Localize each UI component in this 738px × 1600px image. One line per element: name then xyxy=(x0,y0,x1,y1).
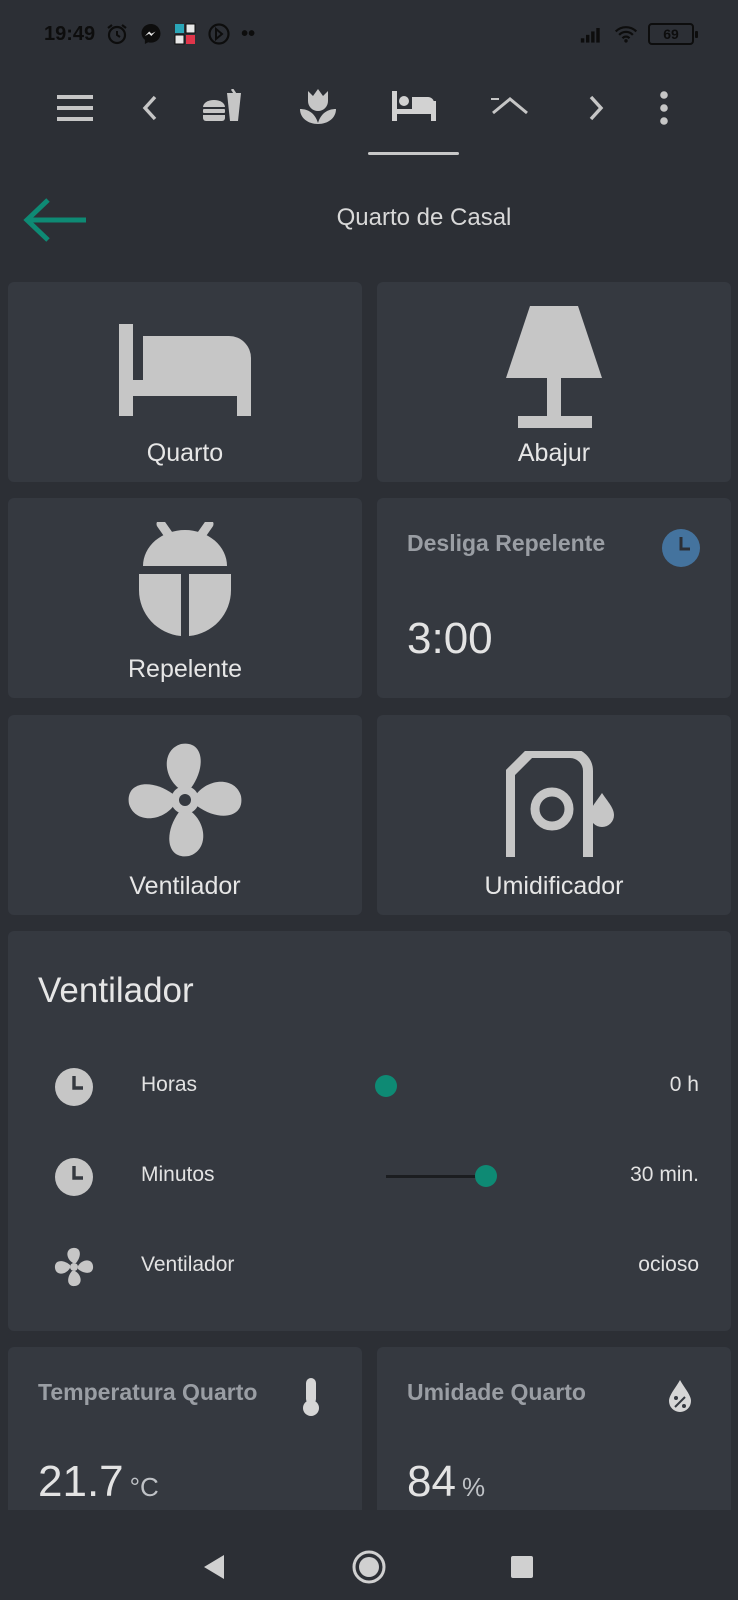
messenger-icon xyxy=(139,22,163,46)
entity-row-horas: Horas 0 h xyxy=(8,1055,731,1115)
umidade-quarto-card[interactable]: Umidade Quarto 84% xyxy=(377,1347,731,1510)
minutos-slider-track xyxy=(386,1175,486,1178)
quarto-label: Quarto xyxy=(146,439,224,467)
repelente-button[interactable]: Repelente xyxy=(8,498,362,698)
clock-icon xyxy=(54,1067,94,1107)
tab-food-drink[interactable] xyxy=(198,68,246,148)
top-navigation xyxy=(0,68,738,160)
menu-icon[interactable] xyxy=(52,68,98,148)
temperatura-value: 21.7 xyxy=(38,1457,124,1506)
arrow-left-icon xyxy=(22,198,88,248)
entity-value: 30 min. xyxy=(630,1163,699,1186)
chevron-left-icon[interactable] xyxy=(136,68,164,148)
entity-value: ocioso xyxy=(638,1253,699,1276)
umidade-unit: % xyxy=(461,1472,486,1502)
entity-name: Ventilador xyxy=(141,1253,235,1276)
entity-name: Minutos xyxy=(141,1163,215,1186)
entity-row-minutos: Minutos 30 min. xyxy=(8,1145,731,1205)
entity-row-ventilador: Ventilador ocioso xyxy=(8,1235,731,1295)
lamp-icon xyxy=(377,306,731,428)
timer-value: 3:00 xyxy=(407,614,493,663)
app-notification-icon xyxy=(173,22,197,46)
bed-icon xyxy=(8,324,362,416)
more-notifications-indicator: •• xyxy=(241,22,256,45)
horas-slider-thumb[interactable] xyxy=(375,1075,397,1097)
entities-card-title: Ventilador xyxy=(38,971,194,1010)
abajur-label: Abajur xyxy=(517,439,591,467)
bug-icon xyxy=(8,522,362,636)
wifi-icon xyxy=(614,22,638,46)
fan-icon xyxy=(8,741,362,859)
nav-home-icon[interactable] xyxy=(352,1550,386,1589)
page-title: Quarto de Casal xyxy=(336,204,512,231)
repelente-label: Repelente xyxy=(128,655,242,683)
water-percent-icon xyxy=(667,1379,693,1418)
active-tab-indicator xyxy=(368,152,459,155)
umidade-title: Umidade Quarto xyxy=(407,1379,586,1405)
roof-icon xyxy=(491,95,529,122)
navigation-icon xyxy=(207,22,231,46)
entity-name: Horas xyxy=(141,1073,198,1096)
temperatura-value-wrap: 21.7 °C xyxy=(38,1457,159,1507)
alarm-icon xyxy=(105,22,129,46)
bed-icon xyxy=(392,90,436,126)
umidade-value: 84 xyxy=(407,1457,456,1506)
umidade-value-wrap: 84% xyxy=(407,1457,485,1507)
desliga-repelente-timer-card[interactable]: Desliga Repelente 3:00 xyxy=(377,498,731,698)
ventilador-entities-card: Ventilador Horas 0 h Minutos 30 min. Ven… xyxy=(8,931,731,1331)
quarto-button[interactable]: Quarto xyxy=(8,282,362,482)
status-bar: 19:49 •• 69 xyxy=(0,0,738,68)
chevron-right-icon[interactable] xyxy=(582,68,610,148)
abajur-button[interactable]: Abajur xyxy=(377,282,731,482)
nav-recents-icon[interactable] xyxy=(510,1555,534,1584)
clock-icon xyxy=(54,1157,94,1197)
thermometer-icon xyxy=(300,1377,322,1422)
fan-icon xyxy=(54,1247,94,1287)
tab-garden[interactable] xyxy=(294,68,342,148)
temperatura-quarto-card[interactable]: Temperatura Quarto 21.7 °C xyxy=(8,1347,362,1510)
humidifier-icon xyxy=(377,751,731,859)
temperatura-title: Temperatura Quarto xyxy=(38,1379,258,1405)
minutos-slider-thumb[interactable] xyxy=(475,1165,497,1187)
food-drink-icon xyxy=(201,87,243,128)
more-vert-icon[interactable] xyxy=(650,68,678,148)
umidificador-button[interactable]: Umidificador xyxy=(377,715,731,915)
temperatura-unit: °C xyxy=(129,1472,159,1502)
battery-indicator: 69 xyxy=(648,23,698,45)
flower-icon xyxy=(300,87,336,130)
signal-icon xyxy=(580,22,604,46)
minutos-slider[interactable] xyxy=(386,1165,586,1187)
clock-icon xyxy=(661,528,701,573)
system-navigation-bar xyxy=(0,1510,738,1600)
status-time: 19:49 xyxy=(44,22,96,45)
horas-slider[interactable] xyxy=(375,1075,496,1097)
tab-roof[interactable] xyxy=(486,68,534,148)
entity-value: 0 h xyxy=(669,1073,699,1096)
umidificador-label: Umidificador xyxy=(484,872,624,900)
timer-title: Desliga Repelente xyxy=(407,530,606,556)
tab-bedroom[interactable] xyxy=(390,68,438,148)
ventilador-label: Ventilador xyxy=(129,872,241,900)
nav-back-icon[interactable] xyxy=(202,1554,226,1585)
ventilador-button[interactable]: Ventilador xyxy=(8,715,362,915)
